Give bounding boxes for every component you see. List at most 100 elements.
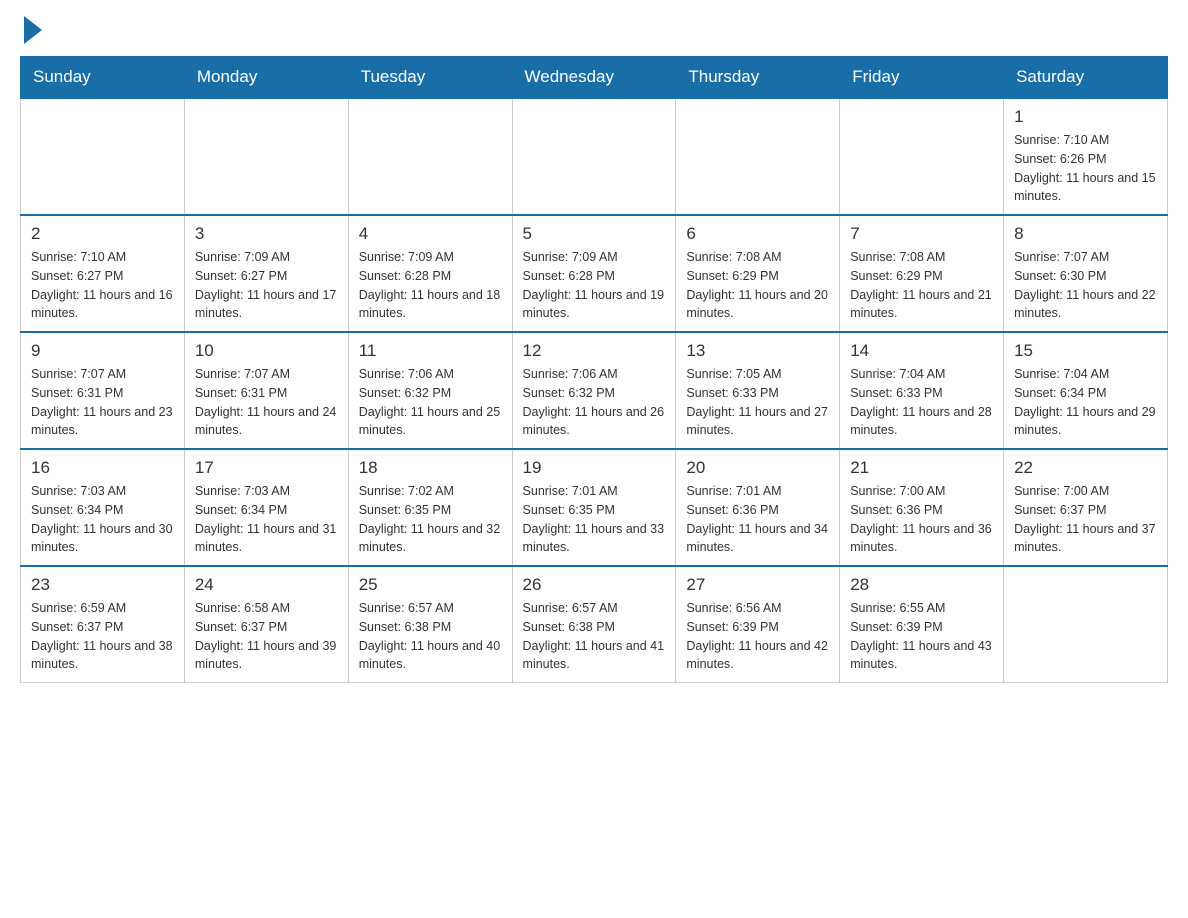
day-info: Sunrise: 7:07 AMSunset: 6:30 PMDaylight:… xyxy=(1014,248,1157,323)
day-info: Sunrise: 6:55 AMSunset: 6:39 PMDaylight:… xyxy=(850,599,993,674)
day-number: 25 xyxy=(359,575,502,595)
calendar-cell: 5 Sunrise: 7:09 AMSunset: 6:28 PMDaylight… xyxy=(512,215,676,332)
day-number: 11 xyxy=(359,341,502,361)
calendar-cell: 22Sunrise: 7:00 AMSunset: 6:37 PMDayligh… xyxy=(1004,449,1168,566)
calendar-cell: 14 Sunrise: 7:04 AMSunset: 6:33 PMDayligh… xyxy=(840,332,1004,449)
calendar-table: SundayMondayTuesdayWednesdayThursdayFrid… xyxy=(20,56,1168,683)
calendar-cell xyxy=(348,98,512,215)
day-number: 16 xyxy=(31,458,174,478)
week-row-4: 16 Sunrise: 7:03 AMSunset: 6:34 PMDayligh… xyxy=(21,449,1168,566)
calendar-cell: 25 Sunrise: 6:57 AMSunset: 6:38 PMDayligh… xyxy=(348,566,512,683)
day-info: Sunrise: 7:06 AMSunset: 6:32 PMDaylight:… xyxy=(523,365,666,440)
day-number: 17 xyxy=(195,458,338,478)
calendar-cell: 1 Sunrise: 7:10 AMSunset: 6:26 PMDaylight… xyxy=(1004,98,1168,215)
day-number: 15 xyxy=(1014,341,1157,361)
day-info: Sunrise: 7:03 AMSunset: 6:34 PMDaylight:… xyxy=(31,482,174,557)
day-number: 9 xyxy=(31,341,174,361)
calendar-cell: 23Sunrise: 6:59 AMSunset: 6:37 PMDayligh… xyxy=(21,566,185,683)
calendar-cell: 6 Sunrise: 7:08 AMSunset: 6:29 PMDaylight… xyxy=(676,215,840,332)
day-number: 20 xyxy=(686,458,829,478)
calendar-cell: 21 Sunrise: 7:00 AMSunset: 6:36 PMDayligh… xyxy=(840,449,1004,566)
calendar-header-tuesday: Tuesday xyxy=(348,57,512,99)
week-row-3: 9 Sunrise: 7:07 AMSunset: 6:31 PMDaylight… xyxy=(21,332,1168,449)
calendar-cell: 7 Sunrise: 7:08 AMSunset: 6:29 PMDaylight… xyxy=(840,215,1004,332)
calendar-header-row: SundayMondayTuesdayWednesdayThursdayFrid… xyxy=(21,57,1168,99)
day-info: Sunrise: 7:01 AMSunset: 6:35 PMDaylight:… xyxy=(523,482,666,557)
day-info: Sunrise: 7:01 AMSunset: 6:36 PMDaylight:… xyxy=(686,482,829,557)
calendar-cell xyxy=(676,98,840,215)
day-number: 1 xyxy=(1014,107,1157,127)
day-number: 21 xyxy=(850,458,993,478)
calendar-cell: 10 Sunrise: 7:07 AMSunset: 6:31 PMDayligh… xyxy=(184,332,348,449)
calendar-cell: 19 Sunrise: 7:01 AMSunset: 6:35 PMDayligh… xyxy=(512,449,676,566)
day-info: Sunrise: 7:05 AMSunset: 6:33 PMDaylight:… xyxy=(686,365,829,440)
day-info: Sunrise: 7:08 AMSunset: 6:29 PMDaylight:… xyxy=(850,248,993,323)
day-info: Sunrise: 7:00 AMSunset: 6:36 PMDaylight:… xyxy=(850,482,993,557)
calendar-header-sunday: Sunday xyxy=(21,57,185,99)
day-info: Sunrise: 7:03 AMSunset: 6:34 PMDaylight:… xyxy=(195,482,338,557)
day-info: Sunrise: 7:09 AMSunset: 6:28 PMDaylight:… xyxy=(359,248,502,323)
day-number: 14 xyxy=(850,341,993,361)
logo xyxy=(20,20,42,36)
calendar-cell: 3 Sunrise: 7:09 AMSunset: 6:27 PMDaylight… xyxy=(184,215,348,332)
day-info: Sunrise: 7:07 AMSunset: 6:31 PMDaylight:… xyxy=(195,365,338,440)
day-info: Sunrise: 7:09 AMSunset: 6:27 PMDaylight:… xyxy=(195,248,338,323)
day-number: 2 xyxy=(31,224,174,244)
calendar-cell: 15 Sunrise: 7:04 AMSunset: 6:34 PMDayligh… xyxy=(1004,332,1168,449)
day-info: Sunrise: 7:09 AMSunset: 6:28 PMDaylight:… xyxy=(523,248,666,323)
day-info: Sunrise: 6:57 AMSunset: 6:38 PMDaylight:… xyxy=(359,599,502,674)
day-number: 10 xyxy=(195,341,338,361)
calendar-cell: 8 Sunrise: 7:07 AMSunset: 6:30 PMDaylight… xyxy=(1004,215,1168,332)
day-number: 12 xyxy=(523,341,666,361)
day-info: Sunrise: 6:56 AMSunset: 6:39 PMDaylight:… xyxy=(686,599,829,674)
calendar-cell xyxy=(21,98,185,215)
week-row-5: 23Sunrise: 6:59 AMSunset: 6:37 PMDayligh… xyxy=(21,566,1168,683)
calendar-cell: 24 Sunrise: 6:58 AMSunset: 6:37 PMDayligh… xyxy=(184,566,348,683)
calendar-cell: 2 Sunrise: 7:10 AMSunset: 6:27 PMDaylight… xyxy=(21,215,185,332)
day-number: 3 xyxy=(195,224,338,244)
calendar-cell xyxy=(184,98,348,215)
day-info: Sunrise: 7:02 AMSunset: 6:35 PMDaylight:… xyxy=(359,482,502,557)
day-number: 5 xyxy=(523,224,666,244)
calendar-cell: 16 Sunrise: 7:03 AMSunset: 6:34 PMDayligh… xyxy=(21,449,185,566)
day-info: Sunrise: 6:59 AMSunset: 6:37 PMDaylight:… xyxy=(31,599,174,674)
calendar-cell: 9Sunrise: 7:07 AMSunset: 6:31 PMDaylight… xyxy=(21,332,185,449)
day-number: 8 xyxy=(1014,224,1157,244)
day-info: Sunrise: 7:04 AMSunset: 6:34 PMDaylight:… xyxy=(1014,365,1157,440)
day-number: 19 xyxy=(523,458,666,478)
week-row-2: 2 Sunrise: 7:10 AMSunset: 6:27 PMDaylight… xyxy=(21,215,1168,332)
day-number: 4 xyxy=(359,224,502,244)
day-number: 27 xyxy=(686,575,829,595)
calendar-cell: 28Sunrise: 6:55 AMSunset: 6:39 PMDayligh… xyxy=(840,566,1004,683)
calendar-cell xyxy=(512,98,676,215)
calendar-header-friday: Friday xyxy=(840,57,1004,99)
day-number: 22 xyxy=(1014,458,1157,478)
calendar-header-monday: Monday xyxy=(184,57,348,99)
page-header xyxy=(20,20,1168,36)
calendar-header-wednesday: Wednesday xyxy=(512,57,676,99)
day-number: 18 xyxy=(359,458,502,478)
calendar-cell: 12 Sunrise: 7:06 AMSunset: 6:32 PMDayligh… xyxy=(512,332,676,449)
day-info: Sunrise: 7:10 AMSunset: 6:27 PMDaylight:… xyxy=(31,248,174,323)
calendar-cell xyxy=(1004,566,1168,683)
calendar-cell: 20 Sunrise: 7:01 AMSunset: 6:36 PMDayligh… xyxy=(676,449,840,566)
calendar-cell: 11 Sunrise: 7:06 AMSunset: 6:32 PMDayligh… xyxy=(348,332,512,449)
calendar-cell: 18 Sunrise: 7:02 AMSunset: 6:35 PMDayligh… xyxy=(348,449,512,566)
day-number: 26 xyxy=(523,575,666,595)
day-number: 7 xyxy=(850,224,993,244)
calendar-cell: 26Sunrise: 6:57 AMSunset: 6:38 PMDayligh… xyxy=(512,566,676,683)
calendar-cell: 13 Sunrise: 7:05 AMSunset: 6:33 PMDayligh… xyxy=(676,332,840,449)
week-row-1: 1 Sunrise: 7:10 AMSunset: 6:26 PMDaylight… xyxy=(21,98,1168,215)
day-info: Sunrise: 7:04 AMSunset: 6:33 PMDaylight:… xyxy=(850,365,993,440)
day-info: Sunrise: 7:06 AMSunset: 6:32 PMDaylight:… xyxy=(359,365,502,440)
day-number: 6 xyxy=(686,224,829,244)
day-info: Sunrise: 7:08 AMSunset: 6:29 PMDaylight:… xyxy=(686,248,829,323)
day-info: Sunrise: 6:58 AMSunset: 6:37 PMDaylight:… xyxy=(195,599,338,674)
calendar-cell xyxy=(840,98,1004,215)
calendar-cell: 27 Sunrise: 6:56 AMSunset: 6:39 PMDayligh… xyxy=(676,566,840,683)
calendar-header-saturday: Saturday xyxy=(1004,57,1168,99)
day-number: 13 xyxy=(686,341,829,361)
calendar-cell: 4 Sunrise: 7:09 AMSunset: 6:28 PMDaylight… xyxy=(348,215,512,332)
day-info: Sunrise: 7:10 AMSunset: 6:26 PMDaylight:… xyxy=(1014,131,1157,206)
day-number: 24 xyxy=(195,575,338,595)
